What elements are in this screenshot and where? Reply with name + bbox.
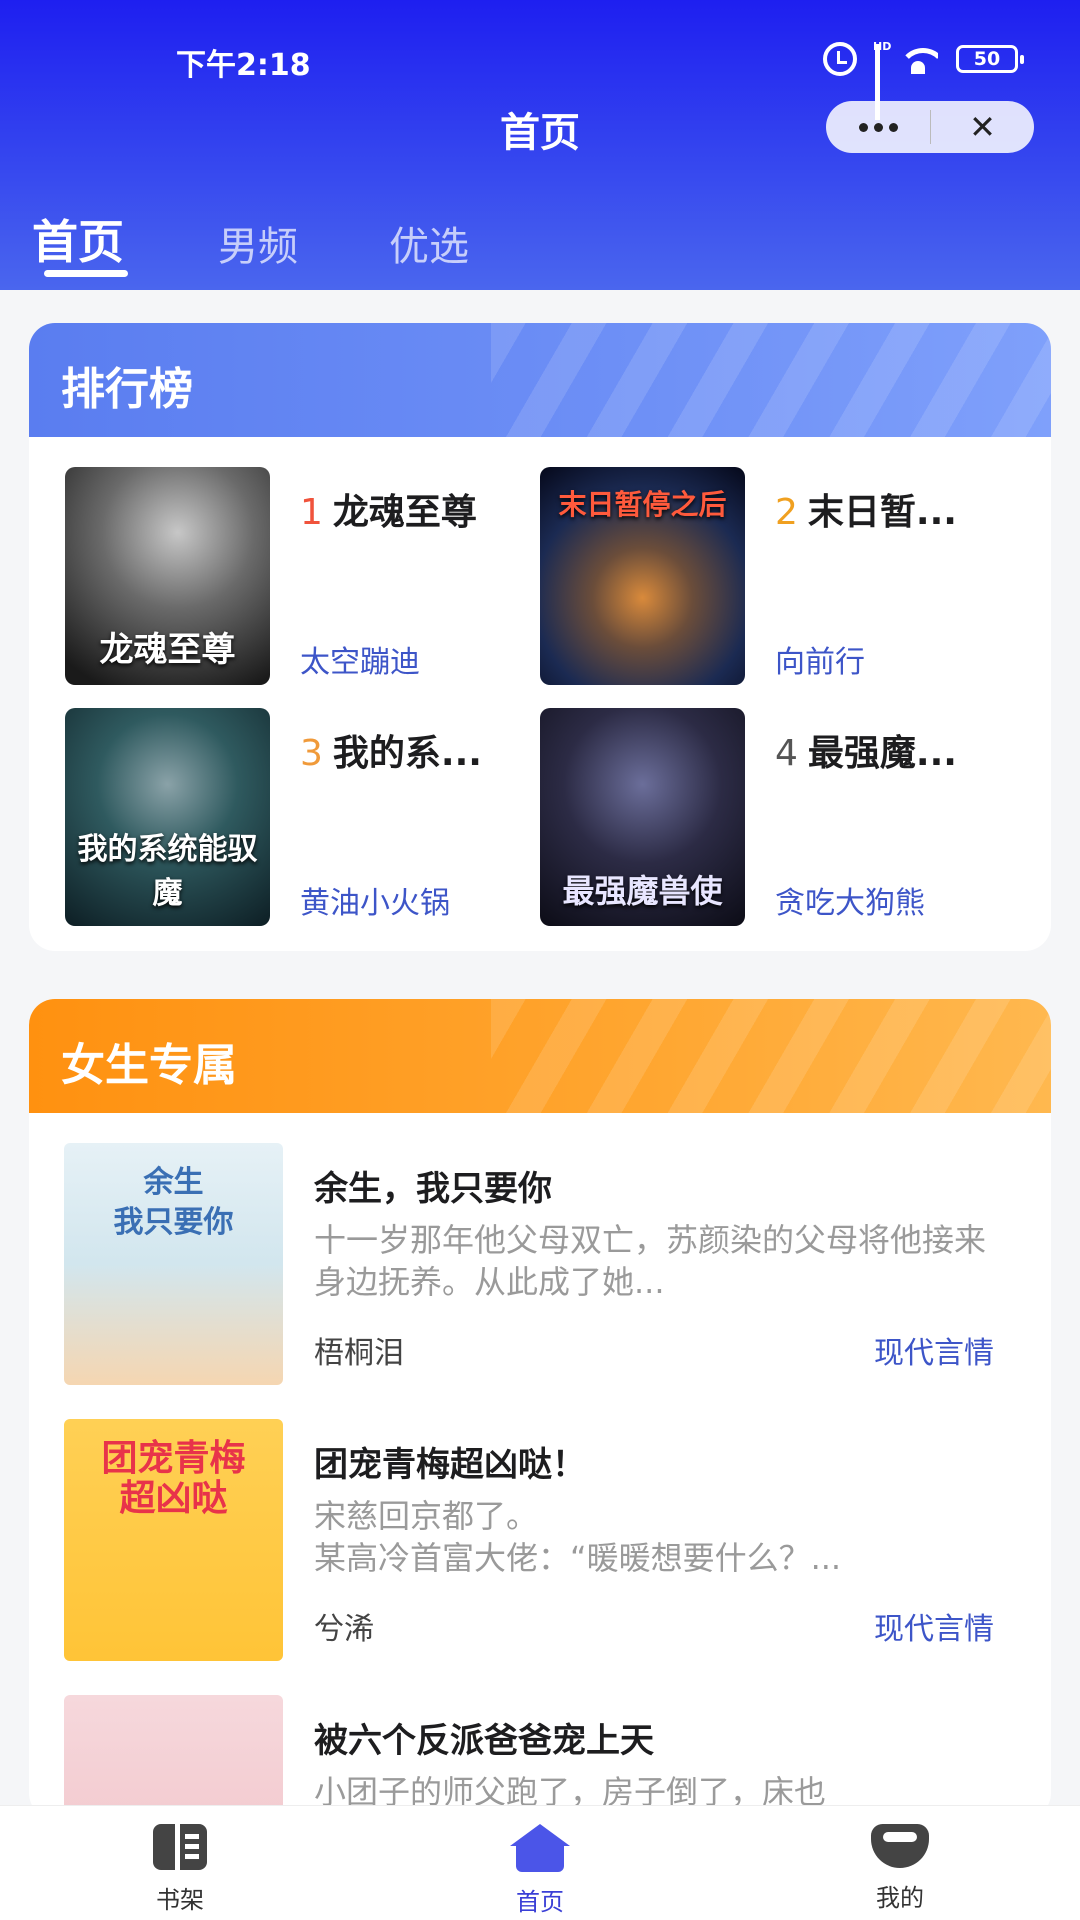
nav-home[interactable]: 首页 xyxy=(460,1824,620,1917)
signal-icon: HD xyxy=(873,40,891,120)
rank-number: 2 xyxy=(775,492,798,533)
nav-bookshelf[interactable]: 书架 xyxy=(100,1824,260,1915)
status-time: 下午2:18 xyxy=(176,48,311,83)
nav-profile[interactable]: 我的 xyxy=(820,1824,980,1913)
book-cover: 末日暂停之后 xyxy=(540,467,745,685)
header-decoration xyxy=(491,999,1051,1113)
tab-selected[interactable]: 优选 xyxy=(389,214,469,272)
cover-title-art: 末日暂停之后 xyxy=(558,488,727,521)
book-cover: 团宠青梅 超凶哒 xyxy=(64,1419,283,1661)
cover-title-art: 龙魂至尊 xyxy=(99,630,236,670)
rank-book-author: 太空蹦迪 xyxy=(300,645,420,680)
book-title: 余生，我只要你 xyxy=(314,1169,552,1209)
tab-home[interactable]: 首页 xyxy=(32,206,124,272)
book-description: 十一岁那年他父母双亡，苏颜染的父母将他接来身边抚养。从此成了她... xyxy=(314,1221,986,1301)
home-icon xyxy=(510,1824,570,1872)
girls-exclusive-header[interactable]: 女生专属 xyxy=(29,999,1051,1113)
tab-active-indicator xyxy=(44,270,128,277)
book-cover: 龙魂至尊 xyxy=(65,467,270,685)
book-cover xyxy=(64,1695,283,1819)
rank-book-title: 2 末日暂... xyxy=(775,483,957,535)
book-category-tag[interactable]: 现代言情 xyxy=(874,1604,994,1648)
more-dots-icon xyxy=(888,122,898,132)
close-button[interactable]: ✕ xyxy=(931,101,1034,153)
ranking-title: 排行榜 xyxy=(61,364,193,415)
rank-title-text: 最强魔... xyxy=(807,733,957,774)
header-decoration xyxy=(491,323,1051,437)
rank-book-author: 向前行 xyxy=(775,645,865,680)
rank-number: 4 xyxy=(775,733,798,774)
rank-book-title: 3 我的系... xyxy=(300,724,482,776)
tab-bar: 首页 男频 优选 xyxy=(0,204,1080,284)
profile-icon xyxy=(871,1824,929,1868)
cover-title-art: 团宠青梅 超凶哒 xyxy=(101,1438,246,1519)
nav-label: 首页 xyxy=(516,1888,564,1916)
rank-book-title: 4 最强魔... xyxy=(775,724,957,776)
book-title: 被六个反派爸爸宠上天 xyxy=(314,1721,654,1761)
ranking-card: 排行榜 龙魂至尊 1 龙魂至尊 太空蹦迪 末日暂停之后 2 末日暂... 向前行 我… xyxy=(29,323,1051,951)
tab-male[interactable]: 男频 xyxy=(218,214,298,272)
rank-title-text: 我的系... xyxy=(332,733,482,774)
battery-icon: 50 xyxy=(956,45,1024,73)
girls-exclusive-title: 女生专属 xyxy=(61,1040,237,1091)
header: 下午2:18 HD 50 首页 ✕ 首页 男频 优选 xyxy=(0,0,1080,290)
bookshelf-icon xyxy=(153,1824,207,1870)
rank-item[interactable]: 我的系统能驭魔 3 我的系... 黄油小火锅 xyxy=(65,708,535,926)
book-description: 宋慈回京都了。 某高冷首富大佬：“暖暖想要什么？... xyxy=(314,1497,842,1577)
rank-item[interactable]: 末日暂停之后 2 末日暂... 向前行 xyxy=(540,467,1010,685)
ranking-header[interactable]: 排行榜 xyxy=(29,323,1051,437)
book-author: 兮浠 xyxy=(314,1612,374,1647)
nav-label: 我的 xyxy=(876,1884,924,1912)
rank-book-author: 黄油小火锅 xyxy=(300,886,450,921)
more-dots-icon xyxy=(873,122,883,132)
cover-title-art: 最强魔兽使 xyxy=(562,872,723,910)
book-cover: 最强魔兽使 xyxy=(540,708,745,926)
rank-book-title: 1 龙魂至尊 xyxy=(300,483,477,535)
book-cover: 余生 我只要你 xyxy=(64,1143,283,1385)
rank-title-text: 末日暂... xyxy=(807,492,957,533)
rank-title-text: 龙魂至尊 xyxy=(332,492,477,533)
book-list-item[interactable]: 被六个反派爸爸宠上天 小团子的师父跑了，房子倒了，床也 xyxy=(64,1695,1024,1819)
rank-number: 1 xyxy=(300,492,323,533)
rank-number: 3 xyxy=(300,733,323,774)
book-cover: 我的系统能驭魔 xyxy=(65,708,270,926)
status-icons: HD 50 xyxy=(823,40,1024,120)
more-dots-icon xyxy=(858,122,868,132)
rank-item[interactable]: 最强魔兽使 4 最强魔... 贪吃大狗熊 xyxy=(540,708,1010,926)
girls-exclusive-card: 女生专属 余生 我只要你 余生，我只要你 十一岁那年他父母双亡，苏颜染的父母将他… xyxy=(29,999,1051,1819)
bottom-nav: 书架 首页 我的 xyxy=(0,1805,1080,1920)
mini-program-capsule: ✕ xyxy=(826,101,1034,153)
rank-book-author: 贪吃大狗熊 xyxy=(775,886,925,921)
book-list-item[interactable]: 团宠青梅 超凶哒 团宠青梅超凶哒！ 宋慈回京都了。 某高冷首富大佬：“暖暖想要什… xyxy=(64,1419,1024,1665)
cover-title-art: 余生 我只要你 xyxy=(113,1165,234,1240)
alarm-icon xyxy=(823,42,857,76)
book-title: 团宠青梅超凶哒！ xyxy=(314,1445,586,1485)
book-list-item[interactable]: 余生 我只要你 余生，我只要你 十一岁那年他父母双亡，苏颜染的父母将他接来身边抚… xyxy=(64,1143,1024,1389)
wifi-icon xyxy=(898,44,938,74)
cover-title-art: 我的系统能驭魔 xyxy=(77,832,258,911)
signal-hd-label: HD xyxy=(873,40,892,53)
book-author: 梧桐泪 xyxy=(314,1336,404,1371)
book-category-tag[interactable]: 现代言情 xyxy=(874,1328,994,1372)
nav-label: 书架 xyxy=(156,1886,204,1914)
more-menu-button[interactable] xyxy=(826,101,930,153)
rank-item[interactable]: 龙魂至尊 1 龙魂至尊 太空蹦迪 xyxy=(65,467,535,685)
